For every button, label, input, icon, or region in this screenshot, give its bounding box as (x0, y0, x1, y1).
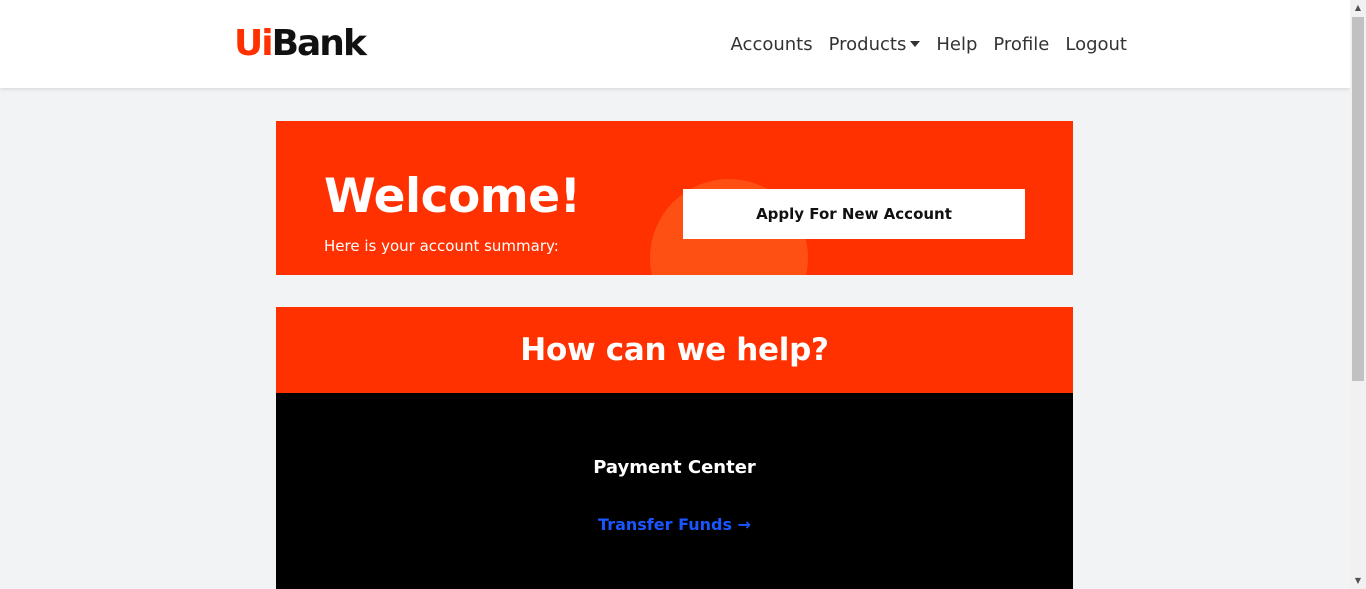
scroll-up-icon[interactable]: ▲ (1350, 0, 1366, 16)
nav-links: Accounts Products Help Profile Logout (731, 33, 1127, 57)
nav-profile-link[interactable]: Profile (993, 33, 1049, 57)
welcome-title: Welcome! (324, 169, 581, 224)
scroll-down-icon[interactable]: ▼ (1350, 573, 1366, 589)
apply-new-account-button[interactable]: Apply For New Account (683, 189, 1025, 239)
nav-products-label: Products (828, 34, 907, 55)
vertical-scrollbar[interactable]: ▲ ▼ (1350, 0, 1366, 589)
payment-center-panel: Payment Center Transfer Funds → (276, 393, 1073, 589)
nav-logout-link[interactable]: Logout (1065, 33, 1127, 57)
welcome-subtitle: Here is your account summary: (324, 237, 559, 255)
help-title: How can we help? (520, 332, 829, 368)
top-navbar: UiBank Accounts Products Help Profile Lo… (0, 0, 1350, 88)
nav-products-dropdown[interactable]: Products (829, 33, 921, 57)
logo-part-ui: Ui (234, 23, 274, 64)
logo-part-bank: Bank (271, 23, 367, 64)
help-header: How can we help? (276, 307, 1073, 393)
welcome-banner: Welcome! Here is your account summary: A… (276, 121, 1073, 275)
nav-accounts-link[interactable]: Accounts (731, 33, 813, 57)
scroll-thumb[interactable] (1352, 17, 1364, 381)
caret-down-icon (910, 41, 921, 47)
transfer-funds-link[interactable]: Transfer Funds → (276, 514, 1073, 536)
uibank-logo[interactable]: UiBank (234, 22, 367, 66)
nav-help-link[interactable]: Help (936, 33, 977, 57)
payment-center-title: Payment Center (593, 457, 756, 478)
